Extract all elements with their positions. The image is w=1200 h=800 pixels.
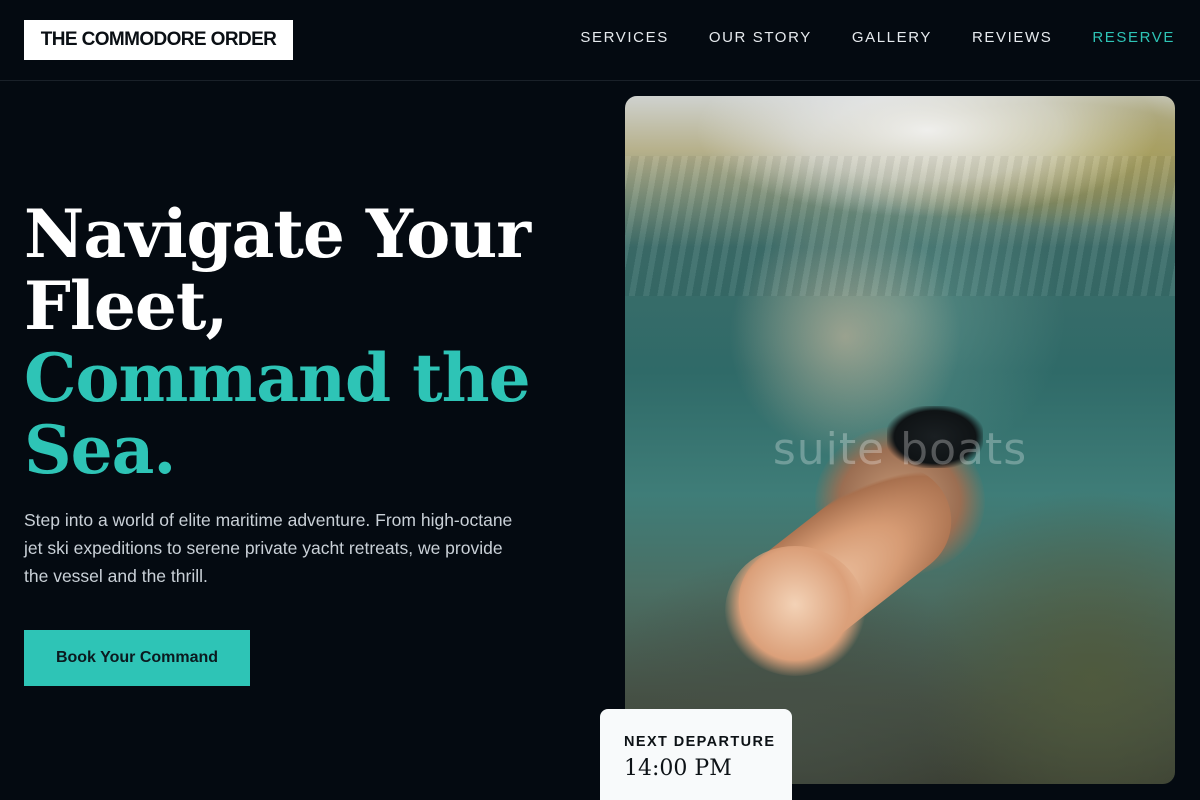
headline-line-1: Navigate Your bbox=[24, 195, 531, 273]
hero-headline: Navigate Your Fleet, Command the Sea. bbox=[24, 198, 584, 486]
nav-gallery[interactable]: GALLERY bbox=[852, 29, 932, 46]
site-header: THE COMMODORE ORDER SERVICES OUR STORY G… bbox=[0, 0, 1200, 81]
headline-line-4: Sea. bbox=[24, 411, 176, 489]
headline-line-3: Command the bbox=[24, 339, 531, 417]
nav-our-story[interactable]: OUR STORY bbox=[709, 29, 812, 46]
headline-line-2: Fleet, bbox=[24, 267, 228, 345]
departure-label: NEXT DEPARTURE bbox=[624, 734, 776, 750]
next-departure-card: NEXT DEPARTURE 14:00 PM bbox=[600, 709, 792, 800]
book-command-button[interactable]: Book Your Command bbox=[24, 630, 250, 686]
nav-services[interactable]: SERVICES bbox=[580, 29, 668, 46]
landing-page: THE COMMODORE ORDER SERVICES OUR STORY G… bbox=[0, 0, 1200, 800]
nav-reviews[interactable]: REVIEWS bbox=[972, 29, 1052, 46]
water-ripple bbox=[625, 156, 1175, 296]
hero-description: Step into a world of elite maritime adve… bbox=[24, 510, 513, 586]
brand-logo[interactable]: THE COMMODORE ORDER bbox=[24, 20, 293, 60]
main-nav: SERVICES OUR STORY GALLERY REVIEWS RESER… bbox=[540, 29, 1175, 46]
image-watermark: suite boats bbox=[772, 424, 1028, 475]
departure-time: 14:00 PM bbox=[624, 756, 732, 781]
hero-snorkeler-image: suite boats bbox=[625, 96, 1175, 784]
nav-reserve[interactable]: RESERVE bbox=[1092, 29, 1175, 46]
diver-hand bbox=[725, 546, 865, 676]
